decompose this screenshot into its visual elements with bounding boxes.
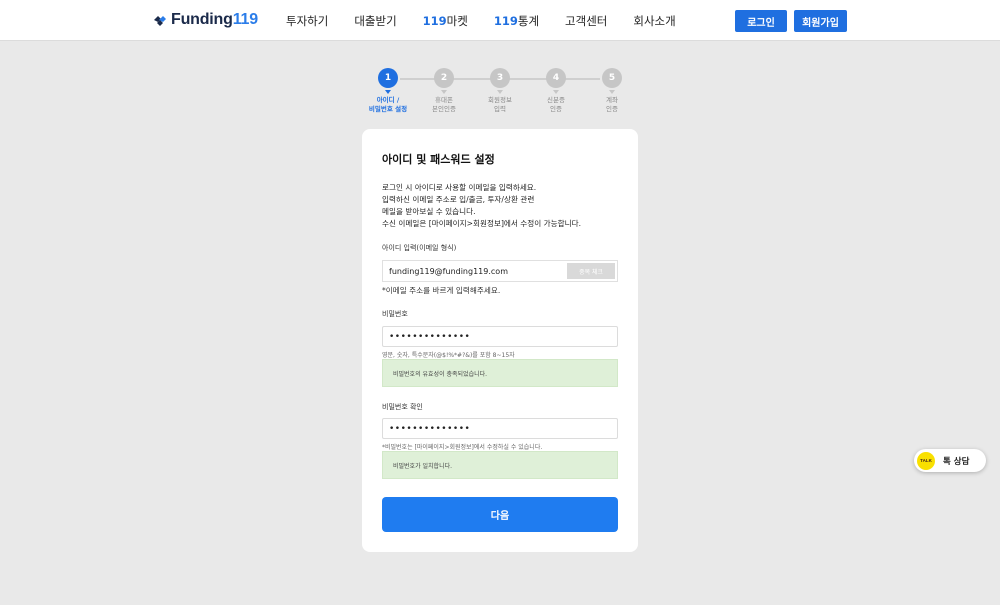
step-label: 회원정보 입력 [488, 96, 512, 113]
login-button[interactable]: 로그인 [735, 10, 787, 32]
step-label: 휴대폰 본인인증 [432, 96, 456, 113]
step-number: 2 [434, 68, 454, 88]
nav-invest[interactable]: 투자하기 [286, 13, 328, 29]
signup-form-card: 아이디 및 패스워드 설정 로그인 시 아이디로 사용할 이메일을 입력하세요.… [362, 129, 638, 552]
description-line: 입력하신 이메일 주소로 입/출금, 투자/상환 관련 [382, 195, 535, 204]
top-header: Funding119 투자하기 대출받기 119마켓 119통계 고객센터 회사… [0, 0, 1000, 41]
logo[interactable]: Funding119 [153, 10, 258, 30]
step-arrow-icon [441, 90, 447, 94]
nav-company[interactable]: 회사소개 [633, 13, 675, 29]
password-confirm-note: *비밀번호는 [마이페이지>회원정보]에서 수정하실 수 있습니다. [382, 444, 543, 451]
email-field-wrapper: 중복 체크 [382, 260, 618, 282]
kakao-talk-consult-button[interactable]: TALK 톡 상담 [914, 449, 986, 472]
step-4: 4 신분증 인증 [526, 68, 586, 114]
description-line: 메일을 받아보실 수 있습니다. [382, 207, 476, 216]
email-note: *이메일 주소를 바르게 입력해주세요. [382, 286, 501, 295]
step-1: 1 아이디 / 비밀번호 설정 [358, 68, 418, 114]
talk-badge: TALK [920, 458, 932, 463]
step-3: 3 회원정보 입력 [470, 68, 530, 114]
password-rule: 영문, 숫자, 특수문자(@$!%*#?&)를 포함 8~15자 [382, 352, 515, 359]
nav-customer-center[interactable]: 고객센터 [565, 13, 607, 29]
password-valid-message: 비밀번호의 유효성이 충족되었습니다. [382, 359, 618, 387]
step-number: 1 [378, 68, 398, 88]
kakao-talk-icon: TALK [917, 451, 935, 470]
description-line: 수신 이메일은 [마이페이지>회원정보]에서 수정이 가능합니다. [382, 219, 582, 228]
nav-loan[interactable]: 대출받기 [354, 13, 396, 29]
duplicate-check-button[interactable]: 중복 체크 [567, 263, 615, 279]
form-title: 아이디 및 패스워드 설정 [382, 153, 495, 166]
step-2: 2 휴대폰 본인인증 [414, 68, 474, 114]
signup-progress-steps: 1 아이디 / 비밀번호 설정 2 휴대폰 본인인증 3 회원정보 입력 4 신… [360, 68, 640, 120]
description-line: 로그인 시 아이디로 사용할 이메일을 입력하세요. [382, 183, 537, 192]
next-button[interactable]: 다음 [382, 497, 618, 532]
form-description: 로그인 시 아이디로 사용할 이메일을 입력하세요. 입력하신 이메일 주소로 … [382, 182, 622, 230]
password-label: 비밀번호 [382, 310, 408, 318]
step-arrow-icon [609, 90, 615, 94]
step-arrow-icon [385, 90, 391, 94]
password-confirm-input[interactable] [382, 418, 618, 439]
talk-consult-label: 톡 상담 [943, 456, 970, 467]
step-number: 3 [490, 68, 510, 88]
password-confirm-label: 비밀번호 확인 [382, 403, 423, 411]
step-label: 아이디 / 비밀번호 설정 [368, 96, 408, 113]
step-label: 계좌 인증 [606, 96, 618, 113]
step-arrow-icon [497, 90, 503, 94]
password-input[interactable] [382, 326, 618, 347]
id-label: 아이디 입력(이메일 형식) [382, 244, 457, 252]
step-number: 4 [546, 68, 566, 88]
email-input[interactable] [383, 261, 567, 281]
step-label: 신분증 인증 [547, 96, 565, 113]
nav-market[interactable]: 119마켓 [423, 13, 468, 29]
step-arrow-icon [553, 90, 559, 94]
password-match-message: 비밀번호가 일치합니다. [382, 451, 618, 479]
signup-button[interactable]: 회원가입 [794, 10, 847, 32]
nav-statistics[interactable]: 119통계 [494, 13, 539, 29]
step-number: 5 [602, 68, 622, 88]
step-5: 5 계좌 인증 [582, 68, 642, 114]
main-nav: 투자하기 대출받기 119마켓 119통계 고객센터 회사소개 [286, 0, 702, 41]
logo-mark-icon [154, 16, 166, 26]
logo-text: Funding119 [171, 11, 258, 28]
